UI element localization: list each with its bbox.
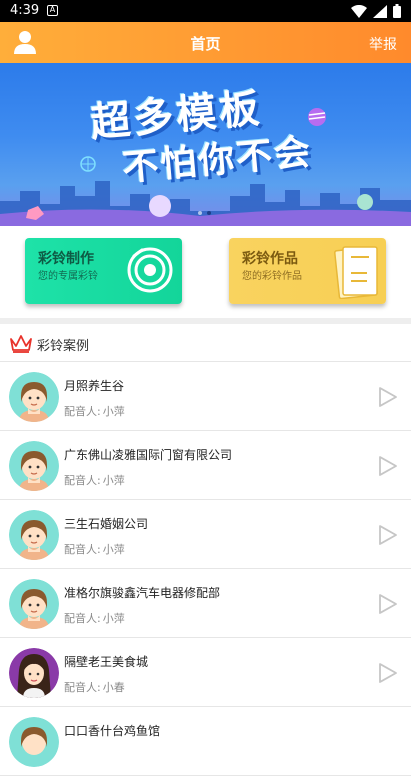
music-disc-icon: [127, 247, 173, 293]
voice-label: 配音人:: [64, 612, 101, 625]
status-bar: 4:39 A: [0, 0, 411, 22]
item-voice: 配音人: 小春: [64, 679, 125, 695]
avatar: [9, 579, 59, 629]
item-name: 三生石婚姻公司: [64, 517, 149, 531]
notification-icon: A: [47, 5, 58, 16]
item-voice: 配音人: 小萍: [64, 403, 125, 419]
section-title: 彩铃案例: [37, 339, 90, 354]
card-title: 彩铃作品: [242, 251, 298, 267]
voice-label: 配音人:: [64, 681, 101, 694]
item-voice: 配音人: 小萍: [64, 472, 125, 488]
voice-label: 配音人:: [64, 543, 101, 556]
avatar: [9, 717, 59, 767]
play-icon[interactable]: [378, 662, 398, 684]
item-name: 准格尔旗骏鑫汽车电器修配部: [64, 586, 221, 600]
list-item[interactable]: 口口香什台鸡鱼馆: [0, 707, 411, 776]
item-name: 月照养生谷: [64, 379, 125, 393]
card-subtitle: 您的彩铃作品: [242, 271, 302, 282]
card-subtitle: 您的专属彩铃: [38, 271, 98, 282]
status-icons: [351, 4, 401, 18]
decor-ball-icon: [308, 108, 326, 126]
voice-name: 小春: [102, 681, 125, 694]
play-icon[interactable]: [378, 524, 398, 546]
crown-icon: [10, 335, 32, 353]
list-item[interactable]: 月照养生谷 配音人: 小萍: [0, 362, 411, 431]
voice-label: 配音人:: [64, 405, 101, 418]
voice-name: 小萍: [102, 405, 125, 418]
avatar: [9, 648, 59, 698]
promo-banner[interactable]: 超多模板 不怕你不会: [0, 63, 411, 226]
voice-name: 小萍: [102, 543, 125, 556]
item-name: 隔壁老王美食城: [64, 655, 149, 669]
avatar: [9, 510, 59, 560]
list-item[interactable]: 三生石婚姻公司 配音人: 小萍: [0, 500, 411, 569]
section-header: 彩铃案例: [0, 324, 411, 362]
pager-dot-active: [207, 211, 211, 215]
feature-cards: 彩铃制作 您的专属彩铃 彩铃作品 您的彩铃作品: [0, 226, 411, 318]
play-icon[interactable]: [378, 593, 398, 615]
item-voice: 配音人: 小萍: [64, 541, 125, 557]
decor-globe-icon: [80, 156, 96, 172]
play-icon[interactable]: [378, 455, 398, 477]
voice-name: 小萍: [102, 612, 125, 625]
avatar: [9, 372, 59, 422]
report-button[interactable]: 举报: [369, 34, 397, 54]
list-item[interactable]: 广东佛山凌雅国际门窗有限公司 配音人: 小萍: [0, 431, 411, 500]
ringtone-make-card[interactable]: 彩铃制作 您的专属彩铃: [25, 238, 182, 304]
list-item[interactable]: 隔壁老王美食城 配音人: 小春: [0, 638, 411, 707]
battery-icon: [393, 4, 401, 18]
ringtone-works-card[interactable]: 彩铃作品 您的彩铃作品: [229, 238, 386, 304]
item-name: 广东佛山凌雅国际门窗有限公司: [64, 448, 233, 462]
page-title: 首页: [190, 35, 221, 53]
wifi-icon: [351, 4, 367, 18]
card-title: 彩铃制作: [38, 251, 94, 267]
pager-dot: [198, 211, 202, 215]
avatar: [9, 441, 59, 491]
notebook-icon: [334, 246, 378, 299]
voice-label: 配音人:: [64, 474, 101, 487]
voice-name: 小萍: [102, 474, 125, 487]
case-list: 月照养生谷 配音人: 小萍 广东佛山凌雅国际门窗有限公司 配音人: 小萍 三生石婚姻…: [0, 362, 411, 776]
play-icon[interactable]: [378, 386, 398, 408]
app-bar: 首页 举报: [0, 22, 411, 63]
status-time: 4:39: [10, 3, 40, 18]
list-item[interactable]: 准格尔旗骏鑫汽车电器修配部 配音人: 小萍: [0, 569, 411, 638]
item-voice: 配音人: 小萍: [64, 610, 125, 626]
signal-icon: [373, 4, 387, 18]
banner-pager: [198, 211, 211, 215]
